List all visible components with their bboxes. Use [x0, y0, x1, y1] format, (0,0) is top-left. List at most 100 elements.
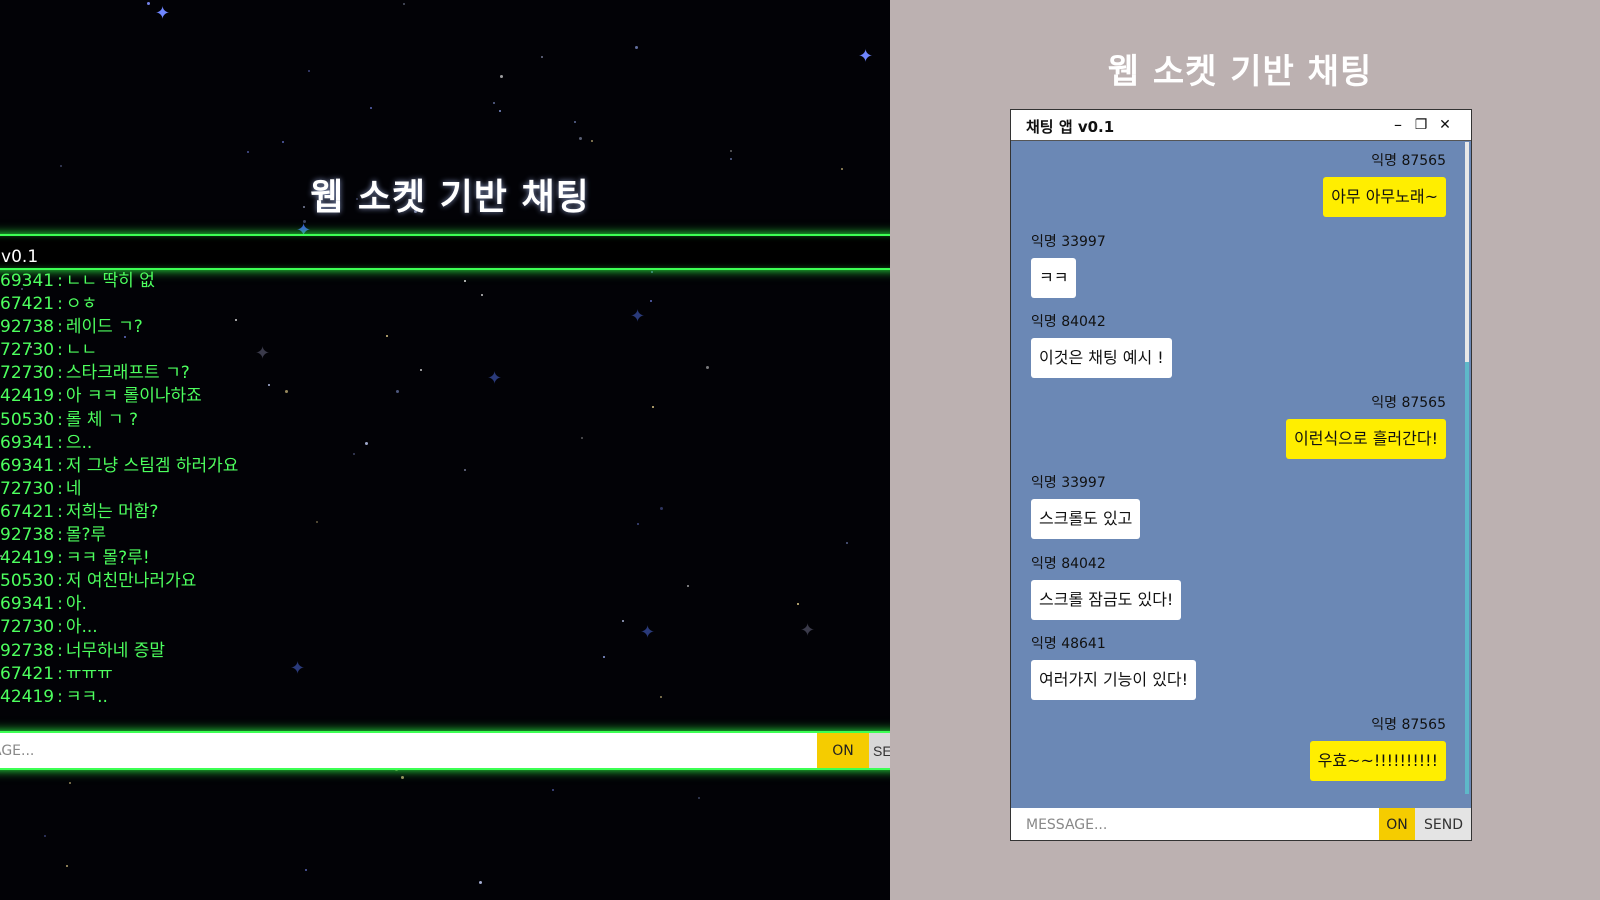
- maximize-icon[interactable]: ❐: [1411, 114, 1431, 136]
- star-decoration: [493, 102, 495, 104]
- star-decoration: [479, 881, 482, 884]
- left-message-item: 72730: 아...: [0, 616, 880, 639]
- chat-message-author: 익명 87565: [1371, 394, 1446, 411]
- left-message-separator: :: [57, 317, 63, 338]
- left-message-text: 스타크래프트 ㄱ?: [65, 363, 190, 384]
- chat-message-input[interactable]: [1011, 808, 1379, 840]
- chat-message-bubble: 스크롤도 있고: [1031, 499, 1141, 539]
- star-decoration: [370, 107, 372, 109]
- chat-message: 익명 87565 아무 아무노래~: [1031, 150, 1446, 217]
- light-chat-panel: 웹 소켓 기반 채팅 채팅 앱 v0.1 – ❐ ✕ 익명 87565 아무 아무…: [890, 0, 1600, 900]
- left-message-text: 네: [65, 478, 82, 499]
- left-message-text: 몰?루: [65, 525, 107, 546]
- left-message-separator: :: [57, 478, 63, 499]
- star-decoration: [541, 56, 543, 58]
- left-message-text: ㅋㅋ 몰?루!: [65, 548, 150, 569]
- star-decoration: [500, 75, 503, 78]
- left-page-title: 웹 소켓 기반 채팅: [310, 177, 590, 218]
- chat-message-bubble: 스크롤 잠금도 있다!: [1031, 579, 1182, 620]
- star-decoration: [308, 70, 310, 72]
- left-message-item: 72730: ㄴㄴ: [0, 339, 880, 362]
- left-message-item: 72730: 네: [0, 478, 880, 501]
- left-message-item: 67421: ㅇㅎ: [0, 293, 880, 316]
- left-message-text: ㅠㅠㅠ: [65, 663, 113, 684]
- left-message-user-id: 67421: [0, 294, 55, 315]
- left-message-separator: :: [57, 594, 63, 615]
- star-decoration: [730, 158, 732, 160]
- left-message-item: 92738: 레이드 ㄱ?: [0, 316, 880, 339]
- left-message-user-id: 42419: [0, 386, 55, 407]
- star-decoration: [44, 835, 46, 837]
- left-message-separator: :: [57, 340, 63, 361]
- chat-message-bubble: 우효~~!!!!!!!!!!: [1309, 740, 1446, 781]
- chat-message-bubble: 여러가지 기능이 있다!: [1031, 660, 1197, 700]
- chat-message-author: 익명 84042: [1031, 314, 1106, 330]
- star-decoration: [401, 776, 404, 779]
- left-message-separator: :: [57, 432, 63, 453]
- left-message-separator: :: [57, 363, 63, 384]
- left-send-button[interactable]: SEND: [869, 733, 890, 768]
- chat-message-author: 익명 33997: [1031, 233, 1106, 250]
- chat-message-author: 익명 33997: [1031, 475, 1106, 491]
- left-input-bar: ON SEND: [0, 731, 890, 770]
- chat-message: 익명 87565 우효~~!!!!!!!!!!: [1031, 714, 1446, 781]
- star-decoration: [591, 140, 593, 142]
- chat-message-bubble: 이것은 채팅 예시 !: [1031, 338, 1172, 378]
- left-message-user-id: 67421: [0, 663, 55, 684]
- left-message-user-id: 72730: [0, 617, 55, 638]
- left-message-user-id: 69341: [0, 455, 55, 476]
- chat-message: 익명 33997 ㅋㅋ: [1031, 231, 1446, 298]
- left-message-separator: :: [57, 617, 63, 638]
- left-message-text: 아.: [65, 594, 87, 615]
- chat-on-button[interactable]: ON: [1379, 808, 1415, 840]
- chat-titlebar: 채팅 앱 v0.1 – ❐ ✕: [1011, 110, 1471, 141]
- left-message-item: 72730: 스타크래프트 ㄱ?: [0, 362, 880, 385]
- star-decoration: [247, 151, 249, 153]
- star-decoration: [499, 110, 501, 112]
- star-decoration: [60, 165, 62, 167]
- left-message-item: 92738: 몰?루: [0, 524, 880, 547]
- left-message-separator: :: [57, 455, 63, 476]
- star-decoration: [579, 137, 582, 140]
- left-message-text: 레이드 ㄱ?: [65, 317, 143, 338]
- left-message-user-id: 92738: [0, 317, 55, 338]
- left-message-text: 너무하네 증말: [65, 640, 166, 661]
- chat-message-author: 익명 84042: [1031, 555, 1106, 572]
- left-message-user-id: 72730: [0, 478, 55, 499]
- left-message-separator: :: [57, 686, 63, 707]
- chat-message: 익명 87565 이런식으로 흘러간다!: [1031, 392, 1446, 459]
- close-icon[interactable]: ✕: [1435, 114, 1455, 136]
- left-message-user-id: 69341: [0, 271, 55, 291]
- left-message-separator: :: [57, 525, 63, 546]
- left-message-separator: :: [57, 663, 63, 684]
- star-decoration: [698, 797, 700, 799]
- star-decoration: [69, 782, 71, 784]
- chat-scrollbar-thumb[interactable]: [1465, 142, 1469, 362]
- minimize-icon[interactable]: –: [1388, 114, 1408, 136]
- left-message-text: 아 ㅋㅋ 롤이나하죠: [65, 386, 202, 407]
- chat-message-bubble: 이런식으로 흘러간다!: [1286, 418, 1446, 459]
- star-decoration: [574, 121, 576, 123]
- left-message-user-id: 50530: [0, 409, 55, 430]
- chat-send-button[interactable]: SEND: [1415, 808, 1471, 840]
- left-message-text: ㅇㅎ: [65, 294, 98, 315]
- left-message-user-id: 92738: [0, 640, 55, 661]
- chat-message-author: 익명 87565: [1371, 716, 1446, 733]
- star-decoration: [730, 150, 732, 152]
- chat-message: 익명 33997 스크롤도 있고: [1031, 472, 1446, 539]
- left-message-user-id: 69341: [0, 432, 55, 453]
- left-message-separator: :: [57, 571, 63, 592]
- left-message-text: 저희는 머함?: [65, 501, 159, 522]
- left-message-user-id: 50530: [0, 571, 55, 592]
- left-message-separator: :: [57, 640, 63, 661]
- left-message-text: 아...: [65, 617, 98, 638]
- chat-message-area[interactable]: 익명 87565 아무 아무노래~ 익명 33997 ㅋㅋ 익명 84042 이것은 채팅…: [1011, 142, 1471, 794]
- sparkle-decoration: ✦: [155, 3, 171, 24]
- star-decoration: [403, 3, 405, 5]
- left-message-user-id: 72730: [0, 340, 55, 361]
- left-window-header: 앱 v0.1: [0, 234, 890, 270]
- star-decoration: [552, 789, 554, 791]
- left-message-input[interactable]: [0, 733, 815, 768]
- left-message-item: 42419: ㅋㅋ 몰?루!: [0, 547, 880, 570]
- left-on-button[interactable]: ON: [817, 733, 869, 768]
